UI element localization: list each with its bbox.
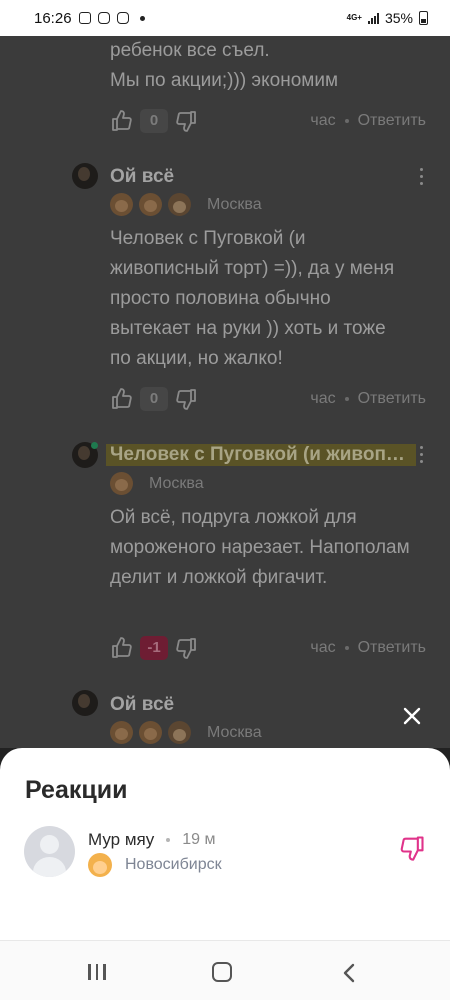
user-badges: Москва xyxy=(110,193,262,216)
like-icon[interactable] xyxy=(110,387,134,411)
separator-dot xyxy=(344,397,349,401)
badge-girl-icon xyxy=(139,721,162,744)
comment-text: Человек с Пуговкой (и живописный торт) =… xyxy=(110,228,395,369)
badge-girl-icon xyxy=(110,193,133,216)
like-icon[interactable] xyxy=(110,109,134,133)
comment-actions: 0 час Ответить xyxy=(110,108,426,134)
reaction-user-name[interactable]: Мур мяу xyxy=(88,830,154,850)
author-city: Москва xyxy=(207,723,262,741)
comment-text: ребенок все съел. Мы по акции;))) эконом… xyxy=(110,36,410,96)
comment-text: Ой всё, подруга ложкой для мороженого на… xyxy=(110,507,410,588)
comment-time: час xyxy=(310,390,336,407)
more-options-icon[interactable] xyxy=(420,168,424,185)
network-type: 4G+ xyxy=(346,13,362,22)
battery-percent: 35% xyxy=(384,10,413,26)
separator-dot xyxy=(166,838,171,842)
badge-boy-icon xyxy=(168,193,191,216)
comments-feed: ребенок все съел. Мы по акции;))) эконом… xyxy=(0,36,450,748)
reply-link[interactable]: Ответить xyxy=(358,390,426,408)
back-icon[interactable] xyxy=(342,963,356,983)
instagram-icon xyxy=(97,12,110,24)
reply-link[interactable]: Ответить xyxy=(358,639,426,657)
system-nav-bar xyxy=(0,940,450,1000)
reaction-user[interactable]: Мур мяу 19 м xyxy=(88,830,215,850)
comment-actions: -1 час Ответить xyxy=(110,635,426,661)
likes-count: -1 xyxy=(140,636,168,660)
comment-author[interactable]: Человек с Пуговкой (и живописный торт) xyxy=(106,444,416,466)
comment-author[interactable]: Ой всё xyxy=(110,166,174,188)
reactions-sheet: Реакции Мур мяу 19 м Новосибирск xyxy=(0,748,450,940)
notification-dot-icon xyxy=(139,15,145,21)
avatar[interactable] xyxy=(72,690,98,716)
dislike-icon[interactable] xyxy=(174,387,198,411)
online-indicator xyxy=(91,442,98,449)
status-time: 16:26 xyxy=(34,9,72,27)
like-icon[interactable] xyxy=(110,636,134,660)
separator-dot xyxy=(344,119,349,123)
status-bar: 16:26 4G+ 35% xyxy=(0,0,450,36)
sheet-title: Реакции xyxy=(25,776,128,804)
reply-link[interactable]: Ответить xyxy=(358,112,426,130)
comment-actions: 0 час Ответить xyxy=(110,386,426,412)
home-icon[interactable] xyxy=(212,962,232,982)
signal-icon xyxy=(367,12,379,24)
gallery-icon xyxy=(78,12,91,24)
dislike-icon[interactable] xyxy=(174,109,198,133)
badge-girl-icon xyxy=(110,721,133,744)
avatar[interactable] xyxy=(24,826,75,877)
badge-girl-icon xyxy=(110,472,133,495)
more-options-icon[interactable] xyxy=(420,446,424,463)
battery-icon xyxy=(419,11,428,25)
likes-count: 0 xyxy=(140,109,168,133)
badge-girl-icon xyxy=(88,853,112,877)
avatar[interactable] xyxy=(72,163,98,189)
user-badges: Новосибирск xyxy=(88,853,222,877)
user-badges: Москва xyxy=(110,472,204,495)
comment-author[interactable]: Ой всё xyxy=(110,694,174,716)
comment-time: час xyxy=(310,112,336,129)
close-icon[interactable] xyxy=(400,704,424,728)
author-city: Москва xyxy=(149,474,204,492)
badge-boy-icon xyxy=(168,721,191,744)
comment-time: час xyxy=(310,639,336,656)
reaction-user-city: Новосибирск xyxy=(125,856,222,873)
comment-text-line: Мы по акции;))) экономим xyxy=(110,70,339,91)
separator-dot xyxy=(344,646,349,650)
user-badges: Москва xyxy=(110,721,262,744)
likes-count: 0 xyxy=(140,387,168,411)
dislike-icon[interactable] xyxy=(174,636,198,660)
dislike-icon xyxy=(400,836,424,861)
recent-apps-icon[interactable] xyxy=(88,964,106,980)
comment-text-line: ребенок все съел. xyxy=(110,40,270,61)
reaction-time: 19 м xyxy=(182,831,216,848)
badge-girl-icon xyxy=(139,193,162,216)
author-city: Москва xyxy=(207,195,262,213)
instagram-icon xyxy=(116,12,129,24)
